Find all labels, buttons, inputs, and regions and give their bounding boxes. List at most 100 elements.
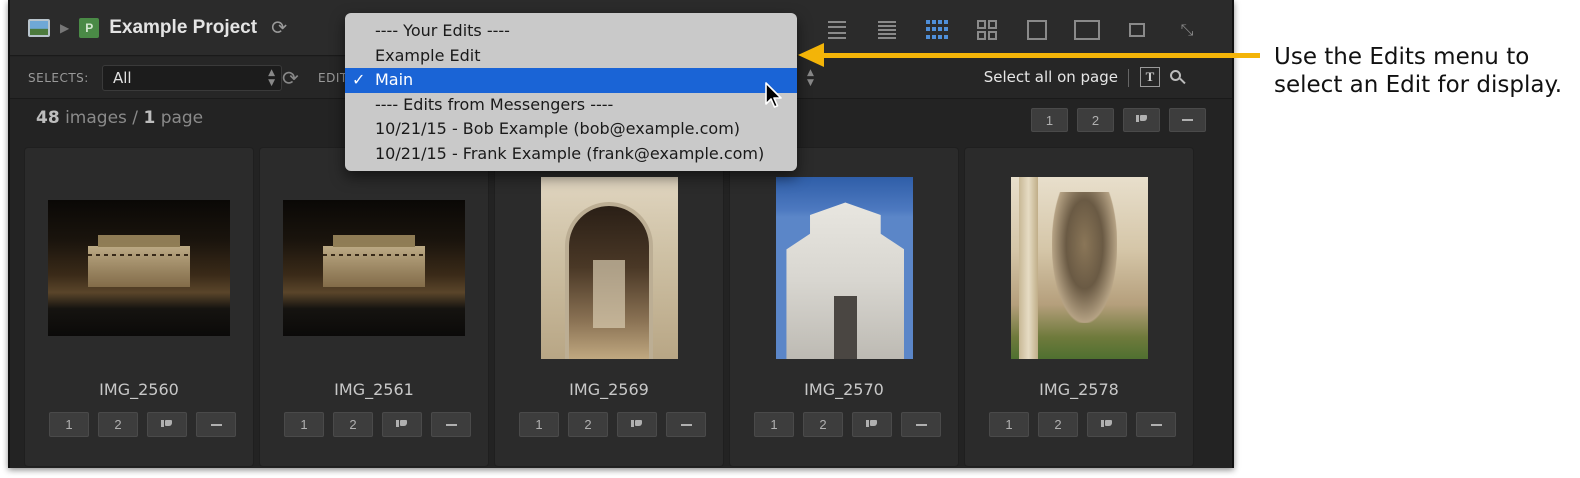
image-name: IMG_2561 — [334, 380, 414, 399]
rate-1-button[interactable]: 1 — [519, 412, 559, 437]
menu-item-label: 10/21/15 - Bob Example (bob@example.com) — [375, 119, 741, 139]
search-icon[interactable] — [1168, 68, 1188, 88]
edit-stepper-arrows-icon[interactable]: ▲ ▼ — [807, 68, 814, 88]
reject-button[interactable] — [852, 412, 892, 437]
rate-1-button[interactable]: 1 — [49, 412, 89, 437]
menu-header-messengers: ---- Edits from Messengers ---- — [345, 93, 797, 118]
reject-button[interactable] — [147, 412, 187, 437]
thumbs-down-icon — [866, 419, 878, 430]
minus-icon — [210, 423, 222, 426]
minus-icon — [1182, 119, 1193, 121]
rate-2-button[interactable]: 2 — [1077, 108, 1114, 132]
view-mode-toolbar: ⤡ — [812, 18, 1212, 42]
overlap-icon[interactable] — [1112, 18, 1162, 42]
clear-button[interactable] — [431, 412, 471, 437]
rate-1-button[interactable]: 1 — [754, 412, 794, 437]
edits-dropdown-menu: ---- Your Edits ---- Example Edit ✓ Main… — [345, 13, 797, 171]
thumbnail-image[interactable] — [775, 177, 913, 359]
select-all-link[interactable]: Select all on page — [984, 68, 1118, 86]
card-rating-buttons: 1 2 — [519, 412, 706, 437]
clear-button[interactable] — [1136, 412, 1176, 437]
page-title: Example Project — [109, 17, 258, 38]
clear-button[interactable] — [666, 412, 706, 437]
image-card[interactable]: IMG_2569 1 2 — [494, 147, 724, 467]
rate-2-button[interactable]: 2 — [333, 412, 373, 437]
menu-item-label: Example Edit — [375, 45, 481, 65]
clear-button[interactable] — [196, 412, 236, 437]
rate-1-button[interactable]: 1 — [1031, 108, 1068, 132]
fullscreen-icon[interactable]: ⤡ — [1162, 18, 1212, 42]
image-card[interactable]: IMG_2561 1 2 — [259, 147, 489, 467]
thumbnail-image[interactable] — [1010, 177, 1148, 359]
selects-dropdown[interactable]: All ▲ ▼ — [102, 65, 282, 91]
image-count: 48 — [36, 108, 60, 128]
reject-button[interactable] — [382, 412, 422, 437]
menu-item-label: ---- Edits from Messengers ---- — [375, 94, 614, 114]
stats-separator: / — [132, 108, 139, 128]
clear-button[interactable] — [901, 412, 941, 437]
menu-item-bob-example[interactable]: 10/21/15 - Bob Example (bob@example.com) — [345, 117, 797, 142]
toolbar-divider — [1128, 69, 1129, 87]
thumbnail-image[interactable] — [540, 177, 678, 359]
rate-2-button[interactable]: 2 — [98, 412, 138, 437]
thumbnail-image[interactable] — [283, 200, 465, 336]
menu-item-frank-example[interactable]: 10/21/15 - Frank Example (frank@example.… — [345, 142, 797, 167]
thumbs-down-icon — [631, 419, 643, 430]
thumbs-down-icon — [1101, 419, 1113, 430]
stepper-arrows-icon: ▲ ▼ — [268, 68, 275, 88]
refresh-icon[interactable]: ⟳ — [271, 17, 287, 39]
image-name: IMG_2570 — [804, 380, 884, 399]
thumbs-down-icon — [1135, 115, 1148, 125]
menu-header-your-edits: ---- Your Edits ---- — [345, 19, 797, 44]
image-name: IMG_2560 — [99, 380, 179, 399]
clear-button[interactable] — [1169, 108, 1206, 132]
image-card[interactable]: IMG_2570 1 2 — [729, 147, 959, 467]
text-overlay-icon[interactable]: T — [1140, 67, 1160, 87]
grid-small-icon[interactable] — [912, 18, 962, 42]
rate-2-button[interactable]: 2 — [803, 412, 843, 437]
card-rating-buttons: 1 2 — [754, 412, 941, 437]
menu-item-main[interactable]: ✓ Main — [345, 68, 797, 93]
card-rating-buttons: 1 2 — [989, 412, 1176, 437]
rate-1-button[interactable]: 1 — [989, 412, 1029, 437]
reject-button[interactable] — [617, 412, 657, 437]
thumbnail-image[interactable] — [48, 200, 230, 336]
grid-large-icon[interactable] — [962, 18, 1012, 42]
thumbs-down-icon — [396, 419, 408, 430]
images-word: images — [65, 108, 127, 128]
single-icon[interactable] — [1012, 18, 1062, 42]
image-stats: 48 images / 1 page — [36, 108, 203, 128]
card-rating-buttons: 1 2 — [49, 412, 236, 437]
rate-2-button[interactable]: 2 — [1038, 412, 1078, 437]
checkmark-icon: ✓ — [352, 70, 366, 90]
compare-icon[interactable] — [1062, 18, 1112, 42]
menu-item-label: 10/21/15 - Frank Example (frank@example.… — [375, 143, 765, 163]
callout-arrow-line — [820, 53, 1260, 58]
reject-button[interactable] — [1123, 108, 1160, 132]
list-icon[interactable] — [862, 18, 912, 42]
card-rating-buttons: 1 2 — [284, 412, 471, 437]
refresh-selects-icon[interactable]: ⟳ — [282, 66, 299, 90]
annotation-text: Use the Edits menu to select an Edit for… — [1274, 44, 1563, 98]
breadcrumb: ▶ P Example Project ⟳ — [28, 17, 287, 39]
minus-icon — [1150, 423, 1162, 426]
menu-item-label: ---- Your Edits ---- — [375, 21, 510, 40]
project-icon: P — [79, 18, 100, 38]
selects-value: All — [113, 69, 132, 87]
image-card[interactable]: IMG_2560 1 2 — [24, 147, 254, 467]
menu-item-example-edit[interactable]: Example Edit — [345, 44, 797, 69]
minus-icon — [915, 423, 927, 426]
rate-1-button[interactable]: 1 — [284, 412, 324, 437]
minus-icon — [680, 423, 692, 426]
breadcrumb-arrow-icon: ▶ — [60, 21, 70, 35]
image-card[interactable]: IMG_2578 1 2 — [964, 147, 1194, 467]
filmstrip-icon[interactable] — [812, 18, 862, 42]
page-word: page — [160, 108, 204, 128]
selects-label: SELECTS: — [28, 71, 89, 85]
rate-2-button[interactable]: 2 — [568, 412, 608, 437]
thumbs-down-icon — [161, 419, 173, 430]
edit-label: EDIT — [318, 71, 348, 85]
image-icon[interactable] — [28, 19, 50, 37]
reject-button[interactable] — [1087, 412, 1127, 437]
image-name: IMG_2569 — [569, 380, 649, 399]
